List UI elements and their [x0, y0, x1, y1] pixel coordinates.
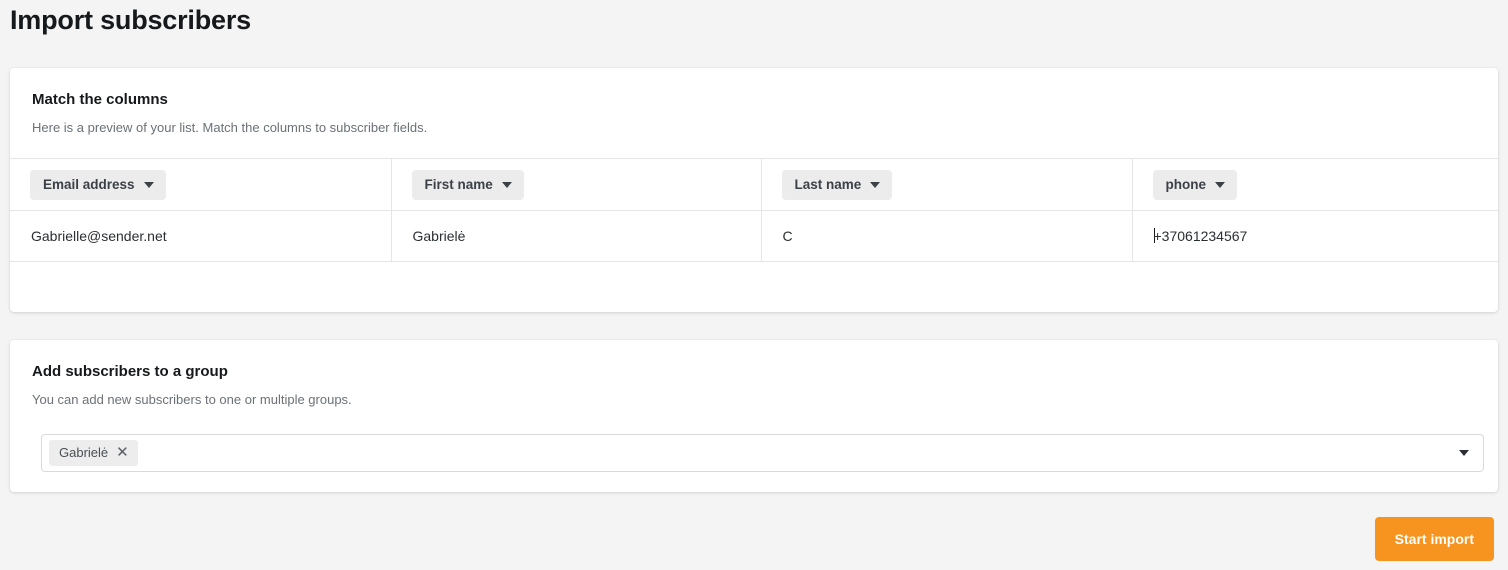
group-chip-label: Gabrielė: [59, 445, 108, 461]
preview-table: Email address First name Last name: [10, 158, 1498, 262]
chevron-down-icon: [1215, 182, 1225, 188]
field-select-first-name[interactable]: First name: [412, 170, 524, 200]
cell-last-name: C: [761, 211, 1132, 262]
column-header-email: Email address: [10, 159, 391, 211]
field-select-last-name[interactable]: Last name: [782, 170, 893, 200]
table-header-row: Email address First name Last name: [10, 159, 1498, 211]
chevron-down-icon: [870, 182, 880, 188]
field-select-first-name-label: First name: [425, 177, 493, 193]
cell-phone-value: +37061234567: [1154, 228, 1248, 244]
add-to-group-card: Add subscribers to a group You can add n…: [10, 340, 1498, 492]
chevron-down-icon: [502, 182, 512, 188]
match-columns-heading: Match the columns: [10, 68, 1498, 110]
cell-first-name: Gabrielė: [391, 211, 761, 262]
add-to-group-heading: Add subscribers to a group: [10, 340, 1498, 382]
start-import-button[interactable]: Start import: [1375, 517, 1494, 561]
field-select-email-label: Email address: [43, 177, 135, 193]
group-select-input[interactable]: Gabrielė ✕: [41, 434, 1484, 472]
field-select-last-name-label: Last name: [795, 177, 862, 193]
chevron-down-icon: [144, 182, 154, 188]
field-select-phone-label: phone: [1166, 177, 1207, 193]
field-select-email[interactable]: Email address: [30, 170, 166, 200]
field-select-phone[interactable]: phone: [1153, 170, 1238, 200]
cell-email: Gabrielle@sender.net: [10, 211, 391, 262]
column-header-last-name: Last name: [761, 159, 1132, 211]
table-row: Gabrielle@sender.net Gabrielė C +3706123…: [10, 211, 1498, 262]
column-header-phone: phone: [1132, 159, 1498, 211]
cell-phone: +37061234567: [1132, 211, 1498, 262]
column-header-first-name: First name: [391, 159, 761, 211]
add-to-group-subtitle: You can add new subscribers to one or mu…: [10, 382, 1498, 409]
match-columns-subtitle: Here is a preview of your list. Match th…: [10, 110, 1498, 137]
footer-bar: Start import: [0, 514, 1508, 570]
group-chip[interactable]: Gabrielė ✕: [49, 440, 138, 466]
import-subscribers-page: Import subscribers Match the columns Her…: [0, 0, 1508, 570]
close-icon[interactable]: ✕: [116, 447, 129, 459]
page-title: Import subscribers: [10, 2, 251, 38]
match-columns-card: Match the columns Here is a preview of y…: [10, 68, 1498, 312]
chevron-down-icon[interactable]: [1459, 450, 1469, 456]
